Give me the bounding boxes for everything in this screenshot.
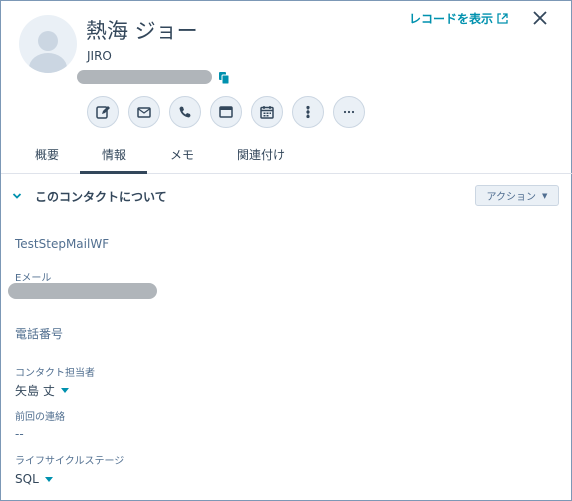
actions-dropdown-button[interactable]: アクション ▼ bbox=[475, 185, 559, 206]
active-tab-indicator bbox=[80, 171, 147, 174]
tab-info[interactable]: 情報 bbox=[102, 146, 126, 163]
window-icon bbox=[219, 106, 233, 118]
tab-overview[interactable]: 概要 bbox=[35, 146, 59, 163]
note-action-button[interactable] bbox=[87, 96, 119, 128]
owner-label: コンタクト担当者 bbox=[15, 368, 95, 379]
quick-actions bbox=[87, 96, 365, 128]
caret-down-icon: ▼ bbox=[542, 191, 548, 200]
view-record-label: レコードを表示 bbox=[409, 12, 494, 26]
section-title[interactable]: このコンタクトについて bbox=[35, 188, 167, 205]
actions-dropdown-label: アクション bbox=[486, 192, 537, 203]
redacted-email-value[interactable] bbox=[8, 283, 157, 299]
contact-panel: 熱海 ジョー JIRO レコードを表示 概要 情報 メモ 関連付け このコンタク… bbox=[0, 0, 572, 501]
lifecycle-label: ライフサイクルステージ bbox=[15, 456, 125, 467]
copy-icon[interactable] bbox=[219, 72, 229, 84]
more-horizontal-icon bbox=[343, 110, 355, 114]
avatar-body-shape bbox=[29, 53, 67, 73]
email-action-button[interactable] bbox=[128, 96, 160, 128]
external-link-icon bbox=[497, 13, 508, 24]
phone-icon bbox=[179, 106, 191, 118]
email-label: Eメール bbox=[15, 273, 52, 284]
close-icon[interactable] bbox=[529, 7, 551, 29]
chevron-down-icon[interactable] bbox=[12, 192, 22, 200]
tab-bar: 概要 情報 メモ 関連付け bbox=[1, 141, 572, 174]
lifecycle-dropdown[interactable]: SQL bbox=[15, 472, 53, 486]
last-contact-value: -- bbox=[15, 427, 24, 441]
phone-label[interactable]: 電話番号 bbox=[15, 325, 63, 342]
avatar bbox=[19, 15, 77, 73]
tab-related[interactable]: 関連付け bbox=[237, 146, 285, 163]
caret-down-icon bbox=[44, 476, 53, 482]
tab-memo[interactable]: メモ bbox=[170, 146, 194, 163]
view-record-link[interactable]: レコードを表示 bbox=[409, 10, 508, 27]
lifecycle-value: SQL bbox=[15, 472, 39, 486]
calendar-icon bbox=[260, 106, 274, 119]
redacted-email bbox=[77, 70, 212, 84]
owner-dropdown[interactable]: 矢島 丈 bbox=[15, 382, 69, 399]
task-action-button[interactable] bbox=[210, 96, 242, 128]
contact-name: 熱海 ジョー bbox=[86, 19, 198, 43]
call-action-button[interactable] bbox=[169, 96, 201, 128]
last-contact-label: 前回の連絡 bbox=[15, 412, 65, 423]
email-icon bbox=[137, 107, 151, 118]
contact-subname: JIRO bbox=[87, 49, 112, 63]
meeting-action-button[interactable] bbox=[251, 96, 283, 128]
avatar-head-shape bbox=[38, 31, 58, 51]
field-top-value[interactable]: TestStepMailWF bbox=[15, 237, 109, 251]
more-vertical-icon bbox=[306, 105, 310, 119]
owner-value: 矢島 丈 bbox=[15, 384, 55, 398]
more-action-button[interactable] bbox=[333, 96, 365, 128]
edit-icon bbox=[96, 106, 110, 119]
caret-down-icon bbox=[60, 388, 69, 393]
activity-action-button[interactable] bbox=[292, 96, 324, 128]
